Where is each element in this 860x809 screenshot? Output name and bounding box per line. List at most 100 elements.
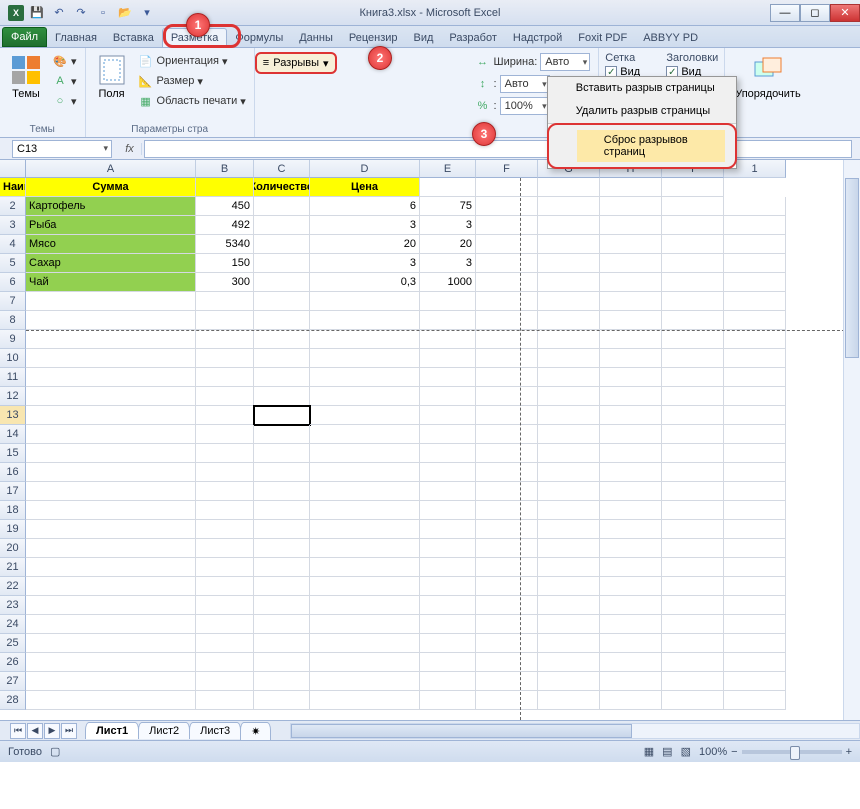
cell[interactable] [254, 653, 310, 672]
select-all-corner[interactable] [0, 160, 26, 178]
cell-name[interactable]: Сахар [26, 254, 196, 273]
tab-review[interactable]: Рецензир [341, 29, 406, 47]
col-A[interactable]: A [26, 160, 196, 178]
breaks-button[interactable]: ≡ Разрывы ▾ [255, 52, 337, 74]
margins-button[interactable]: Поля [92, 52, 132, 102]
cell-price[interactable]: 3 [420, 216, 476, 235]
cell-qty[interactable]: 0,3 [310, 273, 420, 292]
cell-price[interactable]: 1000 [420, 273, 476, 292]
tab-data[interactable]: Данны [291, 29, 341, 47]
row-14[interactable]: 14 [0, 425, 26, 444]
h-blank1[interactable] [196, 178, 254, 197]
zoom-value[interactable]: 100% [699, 746, 727, 758]
cell[interactable] [254, 634, 310, 653]
zoom-in[interactable]: + [846, 746, 852, 758]
row-7[interactable]: 7 [0, 292, 26, 311]
qat-more-icon[interactable]: ▾ [138, 4, 156, 22]
macro-record-icon[interactable]: ▢ [50, 745, 60, 758]
cell[interactable] [254, 311, 310, 330]
row-6[interactable]: 6 [0, 273, 26, 292]
themes-button[interactable]: Темы [6, 52, 46, 102]
size-button[interactable]: 📐Размер ▾ [136, 72, 248, 90]
save-icon[interactable]: 💾 [28, 4, 46, 22]
row-19[interactable]: 19 [0, 520, 26, 539]
cell[interactable] [254, 349, 310, 368]
menu-insert-break[interactable]: Вставить разрыв страницы [548, 77, 736, 100]
col-C[interactable]: C [254, 160, 310, 178]
row-25[interactable]: 25 [0, 634, 26, 653]
cell-qty[interactable]: 3 [310, 216, 420, 235]
open-icon[interactable]: 📂 [116, 4, 134, 22]
tab-abbyy[interactable]: ABBYY PD [635, 29, 706, 47]
cell-name[interactable]: Картофель [26, 197, 196, 216]
cell-qty[interactable]: 6 [310, 197, 420, 216]
tab-insert[interactable]: Вставка [105, 29, 162, 47]
menu-remove-break[interactable]: Удалить разрыв страницы [548, 100, 736, 123]
cell-name[interactable]: Рыба [26, 216, 196, 235]
row-21[interactable]: 21 [0, 558, 26, 577]
cell[interactable] [254, 482, 310, 501]
row-26[interactable]: 26 [0, 653, 26, 672]
arrange-button[interactable]: Упорядочить [731, 52, 804, 102]
cell-price[interactable]: 20 [420, 235, 476, 254]
zoom-out[interactable]: − [731, 746, 737, 758]
h-sum[interactable]: Сумма [26, 178, 196, 197]
h-qty[interactable]: Количество [254, 178, 310, 197]
cell-name[interactable]: Чай [26, 273, 196, 292]
sheet-tab-3[interactable]: Лист3 [189, 722, 241, 739]
h-scroll-thumb[interactable] [291, 724, 632, 738]
cell-price[interactable]: 75 [420, 197, 476, 216]
row-9[interactable]: 9 [0, 330, 26, 349]
print-area-button[interactable]: ▦Область печати ▾ [136, 92, 248, 110]
tab-view[interactable]: Вид [406, 29, 442, 47]
view-break-icon[interactable]: ▧ [681, 745, 691, 758]
row-5[interactable]: 5 [0, 254, 26, 273]
cell[interactable] [254, 596, 310, 615]
row-16[interactable]: 16 [0, 463, 26, 482]
view-layout-icon[interactable]: ▤ [662, 745, 672, 758]
row-24[interactable]: 24 [0, 615, 26, 634]
cell[interactable] [254, 672, 310, 691]
sheet-tab-2[interactable]: Лист2 [138, 722, 190, 739]
row-17[interactable]: 17 [0, 482, 26, 501]
nav-prev[interactable]: ◀ [27, 723, 43, 739]
cell-sum[interactable]: 450 [196, 197, 254, 216]
nav-first[interactable]: ⏮ [10, 723, 26, 739]
cell[interactable] [254, 691, 310, 710]
scale-combo[interactable]: 100% [500, 97, 550, 115]
tab-file[interactable]: Файл [2, 27, 47, 47]
row-12[interactable]: 12 [0, 387, 26, 406]
cell[interactable] [254, 615, 310, 634]
cell-sum[interactable]: 492 [196, 216, 254, 235]
row-13[interactable]: 13 [0, 406, 26, 425]
row-22[interactable]: 22 [0, 577, 26, 596]
cell-sum[interactable]: 150 [196, 254, 254, 273]
row-23[interactable]: 23 [0, 596, 26, 615]
cell[interactable] [254, 444, 310, 463]
row-28[interactable]: 28 [0, 691, 26, 710]
cell-sum[interactable]: 300 [196, 273, 254, 292]
menu-reset-breaks[interactable]: Сброс разрывов страниц [577, 130, 725, 162]
horizontal-scrollbar[interactable] [290, 723, 860, 739]
selected-cell[interactable] [254, 406, 310, 425]
v-scroll-thumb[interactable] [845, 178, 859, 358]
view-normal-icon[interactable]: ▦ [644, 745, 654, 758]
new-icon[interactable]: ▫ [94, 4, 112, 22]
tab-formulas[interactable]: Формулы [227, 29, 291, 47]
tab-home[interactable]: Главная [47, 29, 105, 47]
row-27[interactable]: 27 [0, 672, 26, 691]
row-2[interactable]: 2 [0, 197, 26, 216]
cell[interactable] [254, 558, 310, 577]
undo-icon[interactable]: ↶ [50, 4, 68, 22]
cell[interactable] [254, 520, 310, 539]
cell[interactable] [254, 463, 310, 482]
row-10[interactable]: 10 [0, 349, 26, 368]
fx-icon[interactable]: fx [118, 143, 142, 155]
cell-sum[interactable]: 5340 [196, 235, 254, 254]
cell[interactable] [254, 330, 310, 349]
vertical-scrollbar[interactable] [843, 160, 860, 720]
cell-price[interactable]: 3 [420, 254, 476, 273]
col-F[interactable]: F [476, 160, 538, 178]
new-sheet-button[interactable]: ✷ [240, 722, 271, 740]
close-button[interactable]: ✕ [830, 4, 860, 22]
